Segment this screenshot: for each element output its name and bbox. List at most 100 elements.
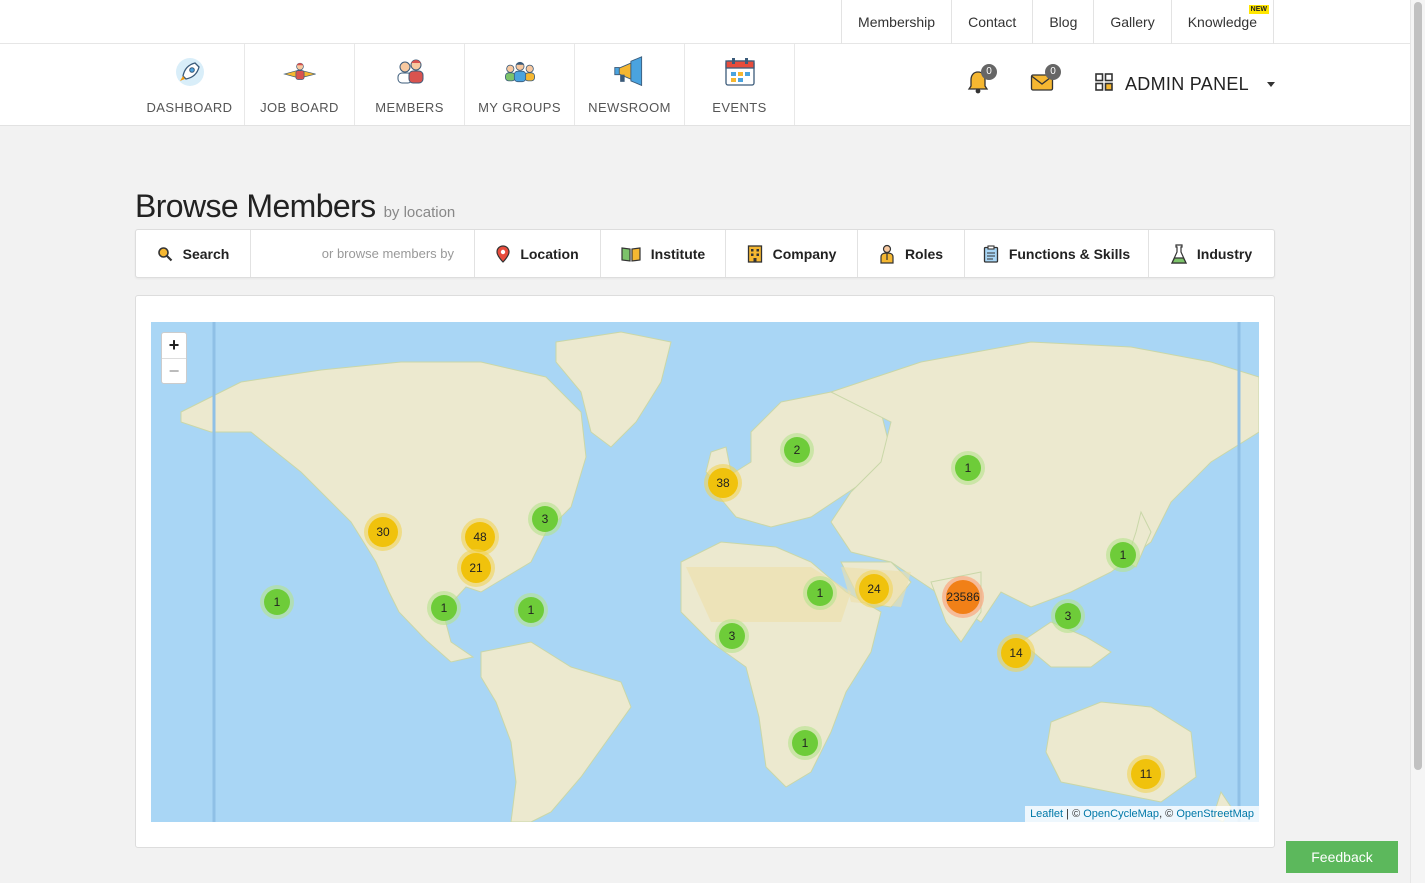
feedback-button[interactable]: Feedback: [1286, 841, 1398, 873]
job-board-icon: [282, 55, 317, 89]
admin-panel-label: ADMIN PANEL: [1125, 74, 1249, 94]
filter-company[interactable]: Company: [726, 230, 858, 277]
member-cluster-marker[interactable]: 3: [528, 502, 562, 536]
attribution-text: , ©: [1159, 808, 1177, 820]
zoom-out-button[interactable]: −: [162, 358, 186, 383]
cluster-count: 3: [719, 623, 745, 649]
map-card: + − 1 30 48 21 3 1 1 38 2 1 1 3 1 24 23586 3 14 1 11 Leafl…: [135, 295, 1275, 848]
browse-hint: or browse members by: [251, 230, 475, 277]
opencyclemap-link[interactable]: OpenCycleMap: [1083, 808, 1159, 820]
member-cluster-marker[interactable]: 30: [364, 513, 402, 551]
zoom-control: + −: [161, 332, 187, 384]
member-cluster-marker[interactable]: 1: [427, 591, 461, 625]
filter-label: Company: [772, 245, 837, 262]
message-count-badge: 0: [1045, 63, 1061, 80]
link-blog[interactable]: Blog: [1032, 0, 1093, 44]
nav-dashboard[interactable]: DASHBOARD: [135, 44, 245, 125]
admin-panel-dropdown[interactable]: ADMIN PANEL: [1095, 73, 1275, 96]
nav-label: NEWSROOM: [588, 100, 671, 115]
members-map[interactable]: + − 1 30 48 21 3 1 1 38 2 1 1 3 1 24 23586 3 14 1 11 Leafl…: [151, 322, 1259, 822]
filter-industry[interactable]: Industry: [1149, 230, 1274, 277]
member-cluster-marker[interactable]: 24: [855, 570, 893, 608]
member-cluster-marker[interactable]: 38: [704, 464, 742, 502]
link-label: Gallery: [1110, 14, 1155, 30]
page-heading: Browse Members by location: [135, 188, 455, 225]
nav-my-groups[interactable]: MY GROUPS: [465, 44, 575, 125]
filter-label: Roles: [904, 245, 944, 262]
chevron-down-icon: [1267, 82, 1275, 87]
messages-button[interactable]: 0: [1027, 63, 1061, 100]
member-cluster-marker[interactable]: 21: [457, 549, 495, 587]
member-cluster-marker[interactable]: 1: [788, 726, 822, 760]
nav-label: EVENTS: [712, 100, 767, 115]
nav-label: DASHBOARD: [146, 100, 233, 115]
cluster-count: 1: [792, 730, 818, 756]
member-cluster-marker[interactable]: 1: [803, 576, 837, 610]
member-cluster-marker[interactable]: 2: [780, 433, 814, 467]
page-scrollbar[interactable]: [1410, 0, 1425, 883]
scrollbar-thumb[interactable]: [1414, 2, 1422, 770]
member-cluster-marker[interactable]: 1: [514, 593, 548, 627]
cluster-count: 38: [708, 468, 738, 498]
link-knowledge[interactable]: Knowledge NEW: [1170, 0, 1274, 44]
openstreetmap-link[interactable]: OpenStreetMap: [1176, 808, 1254, 820]
page-title: Browse Members: [135, 188, 376, 224]
cluster-count: 1: [807, 580, 833, 606]
search-button[interactable]: Search: [136, 230, 251, 277]
link-label: Blog: [1049, 14, 1078, 30]
nav-members[interactable]: MEMBERS: [355, 44, 465, 125]
notification-count-badge: 0: [981, 63, 997, 80]
nav-label: MY GROUPS: [478, 100, 561, 115]
person-icon: [880, 244, 894, 264]
map-attribution: Leaflet | © OpenCycleMap, © OpenStreetMa…: [1025, 806, 1259, 822]
cluster-count: 11: [1131, 759, 1161, 789]
filter-label: Institute: [650, 245, 706, 262]
filter-location[interactable]: Location: [475, 230, 601, 277]
link-label: Membership: [858, 14, 936, 30]
calendar-icon: [723, 55, 757, 89]
member-cluster-marker[interactable]: 1: [260, 585, 294, 619]
link-gallery[interactable]: Gallery: [1093, 0, 1170, 44]
nav-label: JOB BOARD: [260, 100, 339, 115]
zoom-in-button[interactable]: +: [162, 333, 186, 358]
members-icon: [393, 55, 427, 89]
link-label: Knowledge: [1187, 14, 1257, 30]
filter-roles[interactable]: Roles: [858, 230, 965, 277]
cluster-count: 3: [1055, 603, 1081, 629]
search-icon: [157, 246, 172, 261]
member-cluster-marker[interactable]: 3: [715, 619, 749, 653]
filter-functions-skills[interactable]: Functions & Skills: [965, 230, 1149, 277]
cluster-count: 1: [264, 589, 290, 615]
world-map: [180, 322, 1259, 822]
book-icon: [621, 246, 641, 262]
nav-job-board[interactable]: JOB BOARD: [245, 44, 355, 125]
flask-icon: [1170, 243, 1187, 264]
member-cluster-marker[interactable]: 3: [1051, 599, 1085, 633]
attribution-text: | ©: [1063, 808, 1084, 820]
notifications-button[interactable]: 0: [963, 63, 997, 100]
nav-events[interactable]: EVENTS: [685, 44, 795, 125]
building-icon: [747, 244, 762, 263]
member-cluster-marker[interactable]: 23586: [942, 576, 984, 618]
leaflet-link[interactable]: Leaflet: [1030, 808, 1063, 820]
link-membership[interactable]: Membership: [841, 0, 951, 44]
groups-icon: [503, 55, 537, 89]
cluster-count: 1: [955, 455, 981, 481]
member-cluster-marker[interactable]: 11: [1127, 755, 1165, 793]
browse-hint-text: or browse members by: [321, 246, 454, 261]
member-cluster-marker[interactable]: 1: [951, 451, 985, 485]
top-utility-bar: Membership Contact Blog Gallery Knowledg…: [0, 0, 1410, 44]
filter-label: Location: [520, 245, 579, 262]
browse-filter-bar: Search or browse members by Location Ins…: [135, 229, 1275, 278]
cluster-count: 23586: [946, 580, 980, 614]
cluster-count: 2: [784, 437, 810, 463]
map-pin-icon: [496, 244, 510, 263]
link-contact[interactable]: Contact: [951, 0, 1032, 44]
member-cluster-marker[interactable]: 1: [1106, 538, 1140, 572]
cluster-count: 3: [532, 506, 558, 532]
cluster-count: 1: [431, 595, 457, 621]
cluster-count: 1: [1110, 542, 1136, 568]
member-cluster-marker[interactable]: 14: [997, 634, 1035, 672]
filter-institute[interactable]: Institute: [601, 230, 726, 277]
nav-newsroom[interactable]: NEWSROOM: [575, 44, 685, 125]
